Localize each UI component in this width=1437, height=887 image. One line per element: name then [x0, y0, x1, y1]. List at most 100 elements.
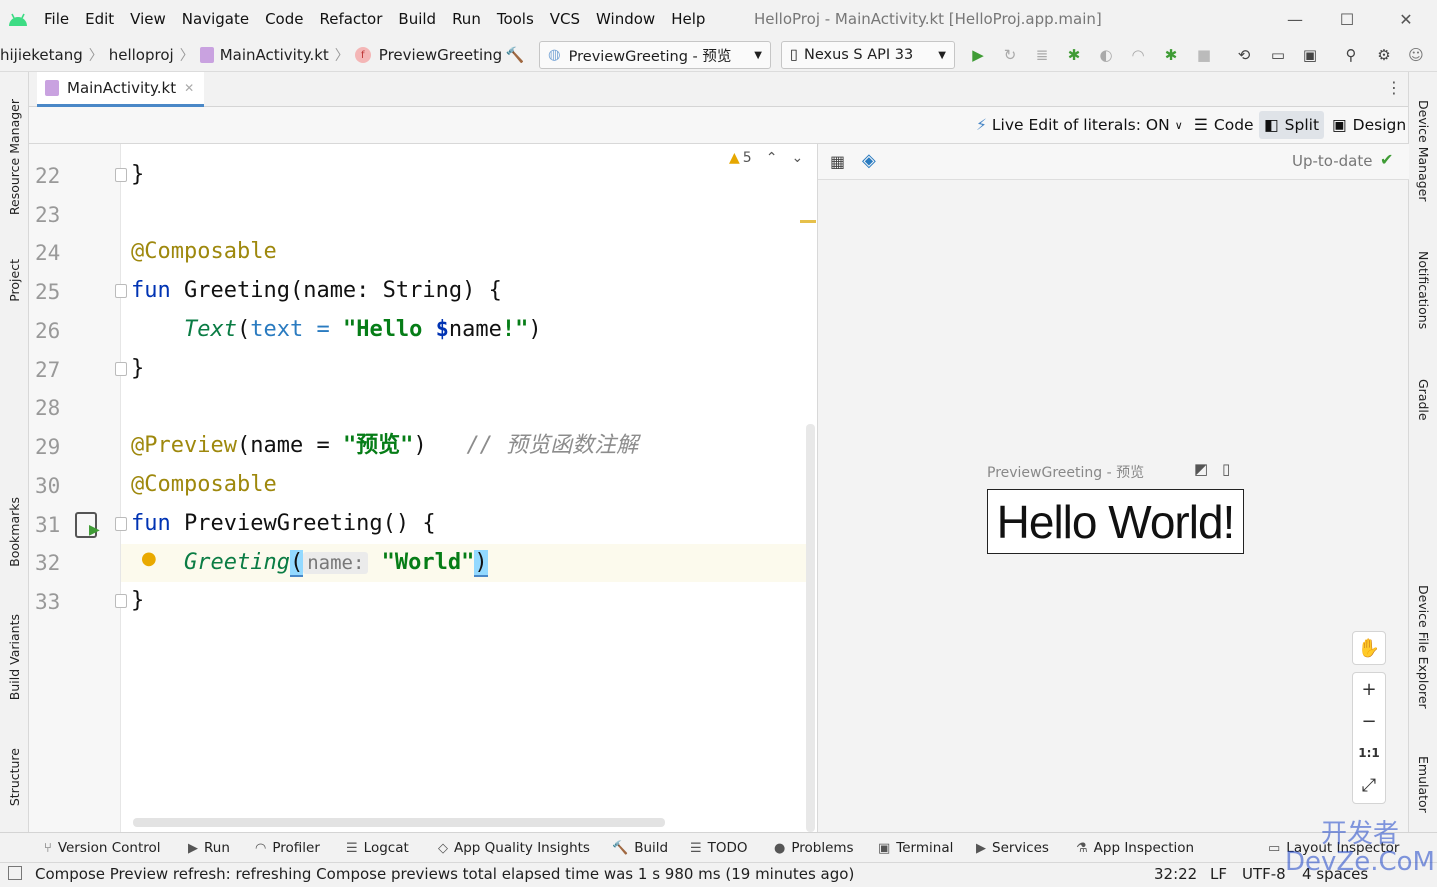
layout-inspector-icon: ▭: [1268, 840, 1281, 856]
menu-help[interactable]: Help: [663, 10, 713, 28]
menu-code[interactable]: Code: [257, 10, 311, 28]
search-icon[interactable]: ⚲: [1340, 45, 1362, 65]
tool-problems[interactable]: ● Problems: [774, 833, 854, 863]
tool-layout-inspector[interactable]: ▭ Layout Inspector: [1268, 833, 1399, 863]
tool-device-file-explorer[interactable]: Device File Explorer: [1409, 574, 1437, 719]
run-config-label: PreviewGreeting - 预览: [568, 48, 732, 65]
more-options-icon[interactable]: ⋮: [1386, 78, 1402, 97]
minimize-button[interactable]: —: [1280, 6, 1310, 32]
list-icon: ☰: [346, 840, 358, 856]
status-toggle-icon[interactable]: [8, 866, 22, 880]
inspection-widget[interactable]: ▲ 5 ⌃ ⌄: [729, 150, 803, 166]
hand-pan-icon[interactable]: ✋: [1353, 632, 1385, 664]
close-window-button[interactable]: ✕: [1391, 6, 1421, 32]
preview-layers-icon[interactable]: ◈: [862, 150, 876, 171]
file-encoding[interactable]: UTF-8: [1242, 865, 1286, 883]
hammer-build-icon[interactable]: 🔨: [504, 45, 526, 65]
menu-view[interactable]: View: [122, 10, 174, 28]
line-separator[interactable]: LF: [1210, 865, 1227, 883]
line-number: 26: [35, 319, 61, 343]
fold-marker-icon[interactable]: [115, 594, 127, 608]
next-highlight-icon[interactable]: ⌄: [791, 150, 803, 166]
tool-profiler[interactable]: ◠ Profiler: [255, 833, 320, 863]
maximize-button[interactable]: ☐: [1332, 6, 1362, 32]
design-mode-button[interactable]: ▣ Design: [1327, 111, 1411, 139]
breadcrumb-module[interactable]: helloproj: [109, 46, 174, 64]
caret-position[interactable]: 32:22: [1154, 865, 1197, 883]
tool-device-manager[interactable]: Device Manager: [1409, 88, 1437, 213]
deploy-to-device-icon[interactable]: ▯: [1222, 460, 1230, 478]
menu-refactor[interactable]: Refactor: [311, 10, 390, 28]
editor-horizontal-scrollbar[interactable]: [133, 818, 665, 827]
account-icon[interactable]: ☺: [1405, 45, 1427, 65]
editor-vertical-scrollbar[interactable]: [806, 424, 815, 832]
split-mode-button[interactable]: ◧ Split: [1259, 111, 1325, 139]
apply-code-changes-icon[interactable]: ≣: [1031, 45, 1053, 65]
stop-icon[interactable]: ■: [1193, 45, 1215, 65]
warning-stripe-marker[interactable]: [800, 220, 816, 223]
zoom-out-button[interactable]: −: [1353, 705, 1385, 737]
preview-layout-icon[interactable]: ▦: [830, 152, 845, 171]
rendered-preview[interactable]: Hello World!: [987, 489, 1244, 554]
tool-terminal[interactable]: ▣ Terminal: [878, 833, 953, 863]
indent-setting[interactable]: 4 spaces: [1302, 865, 1368, 883]
breadcrumb-function[interactable]: PreviewGreeting: [379, 46, 502, 64]
lightbulb-icon[interactable]: ●: [141, 548, 157, 569]
status-message[interactable]: Compose Preview refresh: refreshing Comp…: [35, 865, 854, 883]
interactive-mode-icon[interactable]: ◩: [1194, 460, 1208, 478]
device-dropdown[interactable]: ▯ Nexus S API 33 ▼: [781, 41, 955, 69]
previous-highlight-icon[interactable]: ⌃: [766, 150, 778, 166]
tool-build[interactable]: 🔨 Build: [612, 833, 668, 863]
menu-window[interactable]: Window: [588, 10, 663, 28]
fold-marker-icon[interactable]: [115, 284, 127, 298]
attach-debugger-icon[interactable]: ✱: [1160, 45, 1182, 65]
run-configuration-dropdown[interactable]: ◍ PreviewGreeting - 预览 ▼: [539, 41, 771, 69]
zoom-in-button[interactable]: +: [1353, 673, 1385, 705]
tool-services[interactable]: ▶ Services: [976, 833, 1049, 863]
tool-logcat[interactable]: ☰ Logcat: [346, 833, 409, 863]
tool-notifications[interactable]: Notifications: [1409, 240, 1437, 340]
tool-project[interactable]: Project: [0, 244, 29, 316]
sdk-manager-icon[interactable]: ▣: [1299, 45, 1321, 65]
breadcrumb-file[interactable]: MainActivity.kt: [220, 46, 329, 64]
tab-mainactivity[interactable]: MainActivity.kt ✕: [37, 72, 205, 107]
run-icon[interactable]: ▶: [967, 45, 989, 65]
code-line-25: fun Greeting(name: String) {: [131, 278, 502, 303]
tool-version-control[interactable]: ⑂ Version Control: [44, 833, 161, 863]
code-editor[interactable]: 22 23 24 25 26 27 28 29 30 31 32 33 ▶ } …: [29, 144, 817, 832]
tool-resource-manager[interactable]: Resource Manager: [0, 82, 29, 232]
menu-vcs[interactable]: VCS: [542, 10, 588, 28]
menu-tools[interactable]: Tools: [489, 10, 542, 28]
fold-marker-icon[interactable]: [115, 362, 127, 376]
tool-emulator[interactable]: Emulator: [1409, 744, 1437, 824]
live-edit-dropdown[interactable]: ⚡ Live Edit of literals: ON ∨: [971, 111, 1188, 139]
debug-icon[interactable]: ✱: [1063, 45, 1085, 65]
fold-marker-icon[interactable]: [115, 517, 127, 531]
tool-todo[interactable]: ☰ TODO: [690, 833, 748, 863]
menu-navigate[interactable]: Navigate: [174, 10, 257, 28]
tool-run[interactable]: ▶ Run: [188, 833, 230, 863]
profile-icon[interactable]: ◠: [1127, 45, 1149, 65]
tool-gradle[interactable]: Gradle: [1409, 370, 1437, 430]
close-tab-icon[interactable]: ✕: [184, 81, 194, 95]
breadcrumb-package[interactable]: hijieketang: [0, 46, 83, 64]
zoom-to-fit-icon[interactable]: ⤢: [1353, 769, 1385, 801]
code-mode-button[interactable]: ☰ Code: [1189, 111, 1259, 139]
fold-marker-icon[interactable]: [115, 168, 127, 182]
run-coverage-icon[interactable]: ◐: [1095, 45, 1117, 65]
chevron-right-icon: 〉: [334, 48, 349, 64]
device-manager-icon[interactable]: ▭: [1267, 45, 1289, 65]
menu-run[interactable]: Run: [444, 10, 489, 28]
menu-edit[interactable]: Edit: [77, 10, 122, 28]
tool-bookmarks[interactable]: Bookmarks: [0, 482, 29, 582]
gear-icon[interactable]: ⚙: [1373, 45, 1395, 65]
tool-app-quality-insights[interactable]: ◇ App Quality Insights: [438, 833, 590, 863]
apply-changes-icon[interactable]: ↻: [999, 45, 1021, 65]
tool-app-inspection[interactable]: ⚗ App Inspection: [1076, 833, 1194, 863]
zoom-actual-size-button[interactable]: 1:1: [1353, 737, 1385, 769]
tool-build-variants[interactable]: Build Variants: [0, 602, 29, 712]
sync-gradle-icon[interactable]: ⟲: [1233, 45, 1255, 65]
tool-structure[interactable]: Structure: [0, 732, 29, 822]
menu-build[interactable]: Build: [390, 10, 444, 28]
menu-file[interactable]: File: [36, 10, 77, 28]
